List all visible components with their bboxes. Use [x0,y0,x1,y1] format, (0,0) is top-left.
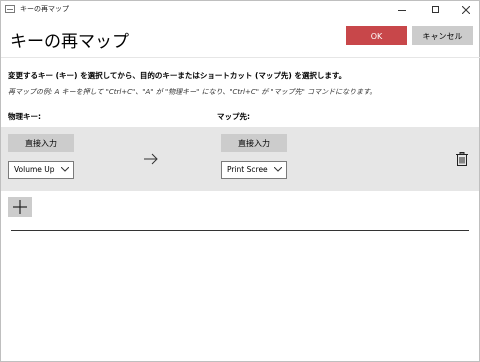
mapping-row: 直接入力 Volume Up 直接入力 Print Scree [1,127,479,191]
close-button[interactable] [451,1,480,19]
instruction-text: 変更するキー (キー) を選択してから、目的のキーまたはショートカット (マップ… [8,71,347,80]
list-divider [11,230,469,231]
ok-button[interactable]: OK [346,26,407,45]
header-divider [1,57,480,58]
arrow-right-icon [144,153,158,165]
physical-key-dropdown[interactable]: Volume Up [8,161,74,179]
mapped-to-label: マップ先: [217,112,250,121]
plus-icon [13,200,27,214]
physical-type-button[interactable]: 直接入力 [8,134,74,152]
physical-key-value: Volume Up [14,165,55,174]
page-title: キーの再マップ [10,32,129,52]
example-text: 再マップの例: A キーを押して "Ctrl+C"、"A" が "物理キー" に… [8,88,377,96]
mapped-key-dropdown[interactable]: Print Scree [221,161,287,179]
close-icon [462,6,470,14]
chevron-down-icon [61,167,69,172]
add-mapping-button[interactable] [8,197,32,217]
chevron-down-icon [274,167,282,172]
cancel-button[interactable]: キャンセル [412,26,473,45]
physical-key-label: 物理キー: [8,112,41,121]
trash-icon[interactable] [456,152,468,166]
keyboard-icon [5,5,15,13]
minimize-button[interactable] [387,1,417,19]
remap-keys-window: キーの再マップ キーの再マップ OK キャンセル 変更するキー (キー) を選択… [0,0,480,362]
maximize-button[interactable] [421,1,451,19]
title-bar: キーの再マップ [1,1,479,19]
window-title: キーの再マップ [20,5,69,13]
mapped-key-value: Print Scree [227,165,268,174]
mapped-type-button[interactable]: 直接入力 [221,134,287,152]
